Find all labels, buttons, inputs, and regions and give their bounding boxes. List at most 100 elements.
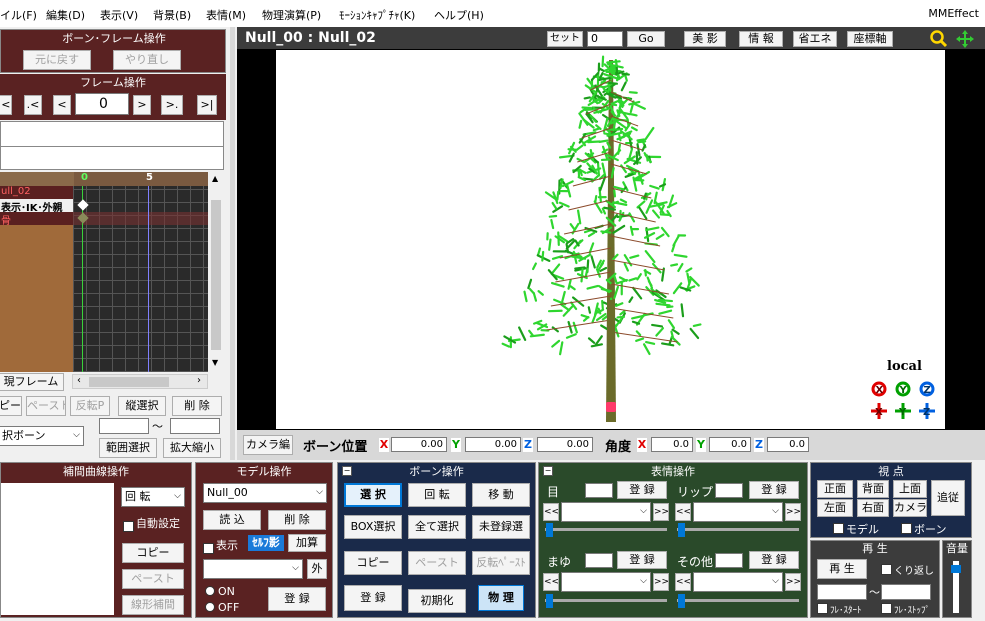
- move-icon[interactable]: [955, 29, 975, 49]
- model-select-dropdown[interactable]: Null_00 ⌵: [203, 483, 327, 503]
- lip-register-button[interactable]: 登 録: [749, 481, 799, 499]
- play-start-input[interactable]: [817, 584, 867, 600]
- view-follow-button[interactable]: 追従: [931, 480, 965, 516]
- lip-slider-track[interactable]: [677, 528, 799, 531]
- menu-help[interactable]: ヘルプ(H): [434, 7, 484, 23]
- next-key-button[interactable]: >.: [161, 95, 183, 115]
- brow-morph-dropdown[interactable]: ⌵: [561, 572, 651, 592]
- bone-list-box[interactable]: [0, 146, 224, 170]
- delete-model-button[interactable]: 削 除: [268, 510, 326, 530]
- off-radio[interactable]: OFF: [205, 601, 239, 614]
- menu-motion-capture[interactable]: ﾓｰｼｮﾝｷｬﾌﾟﾁｬ(K): [339, 7, 415, 23]
- timeline-vscroll[interactable]: ▲ ▼: [208, 172, 224, 372]
- view-top-button[interactable]: 上面: [893, 480, 927, 498]
- local-mode-label[interactable]: local: [887, 359, 922, 374]
- eye-prev-button[interactable]: <<: [543, 503, 559, 521]
- eye-register-button[interactable]: 登 録: [617, 481, 667, 499]
- reverse-paste-button[interactable]: 反転P: [70, 396, 110, 416]
- box-select-button[interactable]: BOX選択: [344, 515, 402, 539]
- range-end-input[interactable]: [170, 418, 220, 434]
- vertical-select-button[interactable]: 縦選択: [118, 396, 166, 416]
- menu-physics[interactable]: 物理演算(P): [262, 7, 321, 23]
- interp-paste-button[interactable]: ペースト: [122, 569, 184, 589]
- frame-stop-checkbox[interactable]: ﾌﾚ･ｽﾄｯﾌﾟ: [881, 603, 930, 616]
- range-start-input[interactable]: [99, 418, 149, 434]
- display-checkbox[interactable]: ✓ 表示: [203, 537, 238, 554]
- eye-morph-dropdown[interactable]: ⌵: [561, 502, 651, 522]
- delete-button[interactable]: 削 除: [172, 396, 222, 416]
- move-x-icon[interactable]: X: [871, 403, 887, 419]
- hscroll-thumb[interactable]: [89, 377, 169, 387]
- set-button[interactable]: セット: [547, 31, 583, 47]
- bone-copy-button[interactable]: コピー: [344, 551, 402, 575]
- other-next-button[interactable]: >>: [785, 573, 801, 591]
- load-model-button[interactable]: 読 込: [203, 510, 261, 530]
- play-button[interactable]: 再 生: [817, 559, 867, 579]
- menu-file[interactable]: イル(F): [0, 7, 37, 23]
- brow-register-button[interactable]: 登 録: [617, 551, 667, 569]
- current-frame-button[interactable]: 現フレーム: [0, 373, 64, 391]
- go-button[interactable]: Go: [627, 31, 665, 47]
- bone-register-button[interactable]: 登 録: [344, 585, 402, 611]
- panel-splitter[interactable]: [230, 27, 235, 460]
- view-left-button[interactable]: 左面: [817, 499, 853, 517]
- bone-reverse-paste-button[interactable]: 反転ﾍﾟｰｽﾄ: [472, 551, 530, 575]
- on-radio[interactable]: ON: [205, 585, 235, 598]
- beauty-button[interactable]: 美 影: [684, 31, 726, 47]
- prev-frame-button[interactable]: <: [53, 95, 71, 115]
- eye-slider-track[interactable]: [545, 528, 667, 531]
- move-y-icon[interactable]: Y: [895, 403, 911, 419]
- angle-z-input[interactable]: 0.0: [767, 437, 809, 452]
- play-stop-input[interactable]: [881, 584, 931, 600]
- interp-type-dropdown[interactable]: 回 転 ⌵: [121, 487, 185, 507]
- volume-slider-thumb[interactable]: [951, 565, 961, 574]
- rotate-z-icon[interactable]: Z: [919, 381, 935, 397]
- outer-parent-button[interactable]: 外: [307, 559, 327, 579]
- pos-z-input[interactable]: 0.00: [537, 437, 593, 452]
- prev-key-button[interactable]: .<: [24, 95, 42, 115]
- last-frame-button[interactable]: >|: [197, 95, 217, 115]
- info-button[interactable]: 情 報: [739, 31, 783, 47]
- undo-button[interactable]: 元に戻す: [23, 50, 91, 70]
- zoom-icon[interactable]: [930, 30, 948, 48]
- eye-slider-thumb[interactable]: [546, 523, 553, 537]
- bone-select-mode-button[interactable]: 選 択: [344, 483, 402, 507]
- other-slider-track[interactable]: [677, 599, 799, 602]
- brow-prev-button[interactable]: <<: [543, 573, 559, 591]
- auto-set-checkbox[interactable]: ✓ 自動設定: [123, 515, 180, 532]
- view-bone-checkbox[interactable]: ボーン: [901, 521, 946, 537]
- angle-y-input[interactable]: 0.0: [709, 437, 751, 452]
- brow-slider-track[interactable]: [545, 599, 667, 602]
- view-front-button[interactable]: 正面: [817, 480, 853, 498]
- camera-edit-button[interactable]: カメラ編: [243, 435, 293, 455]
- model-register-button[interactable]: 登 録: [268, 587, 326, 611]
- other-slider-thumb[interactable]: [678, 594, 685, 608]
- frame-number-input[interactable]: 0: [75, 93, 129, 115]
- interp-copy-button[interactable]: コピー: [122, 543, 184, 563]
- add-blend-button[interactable]: 加算: [288, 534, 326, 552]
- view-right-button[interactable]: 右面: [857, 499, 889, 517]
- paste-button[interactable]: ペースト: [26, 396, 66, 416]
- timeline-hscroll[interactable]: ‹ ›: [72, 374, 208, 389]
- select-unregistered-button[interactable]: 未登録選: [472, 515, 530, 539]
- scroll-left-icon[interactable]: ‹: [77, 375, 81, 386]
- brow-value-input[interactable]: [585, 553, 613, 568]
- scroll-down-icon[interactable]: ▼: [212, 358, 218, 367]
- eco-button[interactable]: 省エネ: [793, 31, 837, 47]
- brow-slider-thumb[interactable]: [546, 594, 553, 608]
- move-z-icon[interactable]: Z: [919, 403, 935, 419]
- other-register-button[interactable]: 登 録: [749, 551, 799, 569]
- axis-button[interactable]: 座標軸: [847, 31, 893, 47]
- select-all-bones-button[interactable]: 全て選択: [408, 515, 466, 539]
- bone-initialize-button[interactable]: 初期化: [408, 589, 466, 613]
- bone-rotate-mode-button[interactable]: 回 転: [408, 483, 466, 507]
- bone-select-dropdown[interactable]: 択ボーン ⌵: [0, 426, 84, 446]
- eye-next-button[interactable]: >>: [653, 503, 669, 521]
- scroll-up-icon[interactable]: ▲: [212, 174, 218, 183]
- view-model-checkbox[interactable]: モデル: [833, 521, 879, 537]
- copy-button[interactable]: ピー: [0, 396, 22, 416]
- eye-value-input[interactable]: [585, 483, 613, 498]
- gizmo-panel[interactable]: X Y Z X Y Z: [870, 380, 940, 420]
- view-back-button[interactable]: 背面: [857, 480, 889, 498]
- other-prev-button[interactable]: <<: [675, 573, 691, 591]
